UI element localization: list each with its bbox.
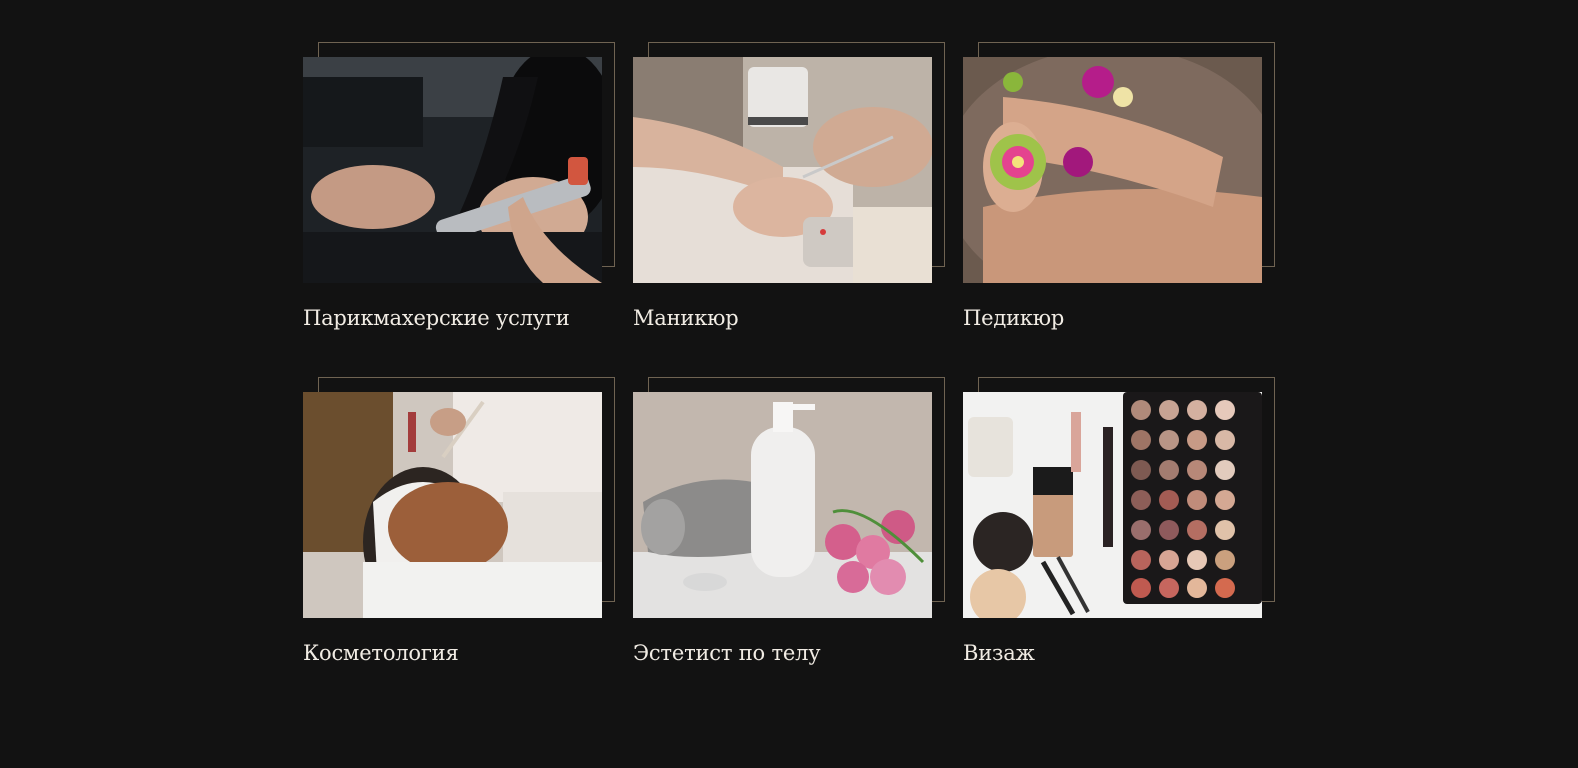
cosmetology-photo[interactable] xyxy=(303,392,602,618)
service-label[interactable]: Визаж xyxy=(963,641,1035,665)
service-card-makeup[interactable]: Визаж xyxy=(963,377,1275,665)
service-card-body-esthetics[interactable]: Эстетист по телу xyxy=(633,377,945,665)
service-label[interactable]: Косметология xyxy=(303,641,459,665)
pedicure-photo[interactable] xyxy=(963,57,1262,283)
makeup-photo[interactable] xyxy=(963,392,1262,618)
service-label[interactable]: Эстетист по телу xyxy=(633,641,821,665)
service-card-pedicure[interactable]: Педикюр xyxy=(963,42,1275,330)
service-label[interactable]: Парикмахерские услуги xyxy=(303,306,570,330)
service-label[interactable]: Педикюр xyxy=(963,306,1064,330)
hair-styling-photo[interactable] xyxy=(303,57,602,283)
service-card-hair[interactable]: Парикмахерские услуги xyxy=(303,42,615,330)
body-esthetics-photo[interactable] xyxy=(633,392,932,618)
service-label[interactable]: Маникюр xyxy=(633,306,739,330)
manicure-photo[interactable] xyxy=(633,57,932,283)
service-card-manicure[interactable]: Маникюр xyxy=(633,42,945,330)
service-card-cosmetology[interactable]: Косметология xyxy=(303,377,615,665)
services-grid: Парикмахерские услуги Маникюр Педикюр Ко… xyxy=(303,42,1275,665)
